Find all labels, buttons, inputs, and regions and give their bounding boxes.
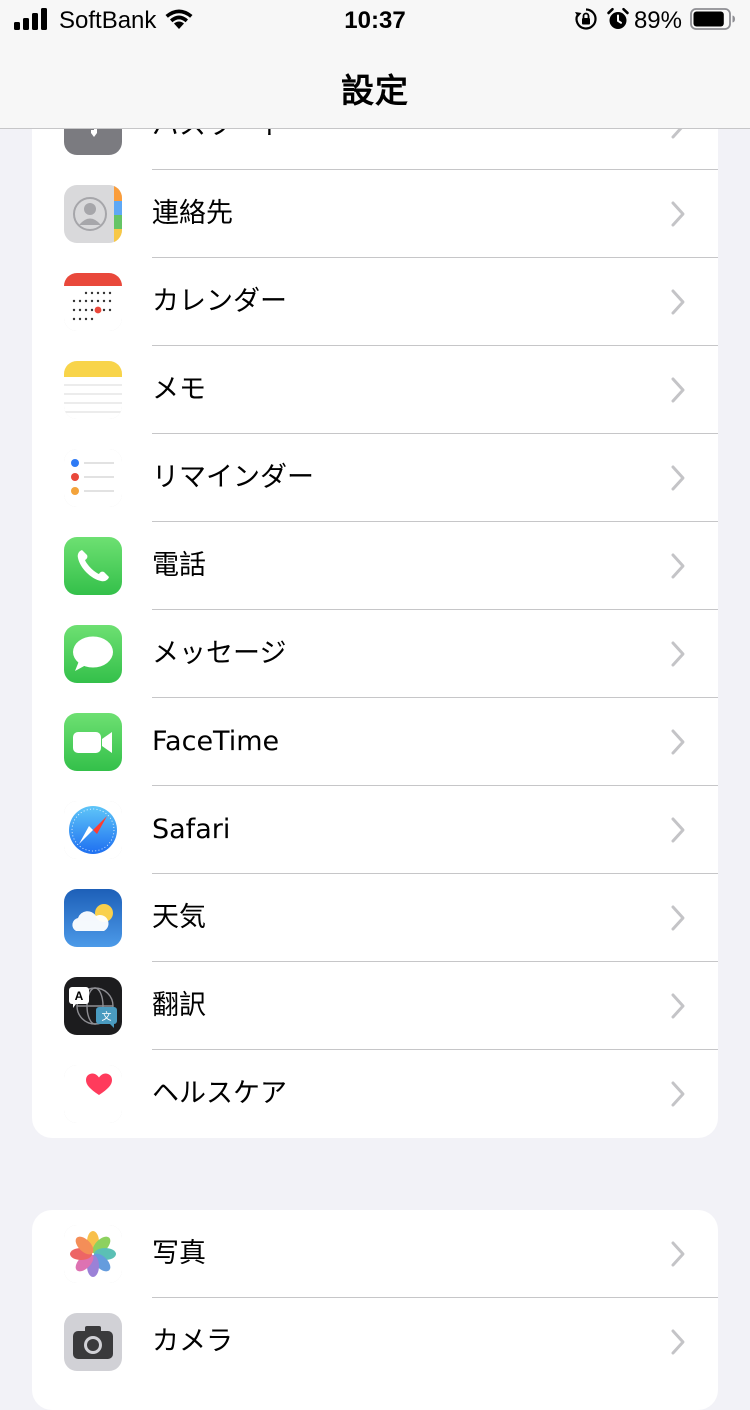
chevron-right-icon xyxy=(671,201,685,227)
row-label: メッセージ xyxy=(152,638,287,669)
messages-icon xyxy=(64,625,122,683)
photos-icon xyxy=(64,1225,122,1283)
settings-row-health[interactable]: ヘルスケア xyxy=(32,1050,718,1138)
row-label: 連絡先 xyxy=(152,198,233,229)
settings-row-camera[interactable]: カメラ xyxy=(32,1298,718,1386)
navigation-bar: 設定 xyxy=(0,44,750,129)
safari-icon xyxy=(64,801,122,859)
svg-text:文: 文 xyxy=(102,1010,112,1023)
status-bar: SoftBank 10:37 89% xyxy=(0,0,750,44)
chevron-right-icon xyxy=(671,905,685,931)
battery-icon xyxy=(690,7,736,35)
chevron-right-icon xyxy=(671,289,685,315)
row-label: カメラ xyxy=(152,1326,233,1357)
settings-row-weather[interactable]: 天気 xyxy=(32,874,718,962)
row-label: 天気 xyxy=(152,902,206,933)
chevron-right-icon xyxy=(671,641,685,667)
chevron-right-icon xyxy=(671,377,685,403)
settings-row-facetime[interactable]: FaceTime xyxy=(32,698,718,786)
settings-group-apps: パスワード 連絡先 xyxy=(32,82,718,1138)
notes-icon xyxy=(64,361,122,419)
contacts-icon xyxy=(64,185,122,243)
chevron-right-icon xyxy=(671,553,685,579)
row-label: 写真 xyxy=(152,1238,206,1269)
svg-text:A: A xyxy=(75,989,84,1003)
settings-row-translate[interactable]: A 文 翻訳 xyxy=(32,962,718,1050)
translate-icon: A 文 xyxy=(64,977,122,1035)
chevron-right-icon xyxy=(671,1081,685,1107)
chevron-right-icon xyxy=(671,817,685,843)
settings-row-calendar[interactable]: カレンダー xyxy=(32,258,718,346)
alarm-icon xyxy=(606,7,630,36)
facetime-icon xyxy=(64,713,122,771)
settings-row-phone[interactable]: 電話 xyxy=(32,522,718,610)
row-label: ヘルスケア xyxy=(152,1078,287,1109)
orientation-lock-icon xyxy=(574,7,598,36)
chevron-right-icon xyxy=(671,1241,685,1267)
chevron-right-icon xyxy=(671,465,685,491)
reminders-icon xyxy=(64,449,122,507)
chevron-right-icon xyxy=(671,993,685,1019)
row-label: リマインダー xyxy=(152,462,314,493)
row-label: 電話 xyxy=(152,550,206,581)
chevron-right-icon xyxy=(671,1329,685,1355)
settings-row-messages[interactable]: メッセージ xyxy=(32,610,718,698)
settings-row-photos[interactable]: 写真 xyxy=(32,1210,718,1298)
settings-row-safari[interactable]: Safari xyxy=(32,786,718,874)
row-label: Safari xyxy=(152,814,231,845)
settings-row-reminders[interactable]: リマインダー xyxy=(32,434,718,522)
battery-percent: 89% xyxy=(633,7,682,34)
row-label: 翻訳 xyxy=(152,990,206,1021)
weather-icon xyxy=(64,889,122,947)
phone-icon xyxy=(64,537,122,595)
camera-icon xyxy=(64,1313,122,1371)
calendar-icon xyxy=(64,273,122,331)
page-title: 設定 xyxy=(341,71,409,110)
row-label: カレンダー xyxy=(152,286,287,317)
settings-row-notes[interactable]: メモ xyxy=(32,346,718,434)
row-label: メモ xyxy=(152,374,206,405)
settings-row-contacts[interactable]: 連絡先 xyxy=(32,170,718,258)
row-label: FaceTime xyxy=(152,726,280,757)
settings-group-media: 写真 カメラ xyxy=(32,1210,718,1410)
health-icon xyxy=(64,1065,122,1123)
chevron-right-icon xyxy=(671,729,685,755)
